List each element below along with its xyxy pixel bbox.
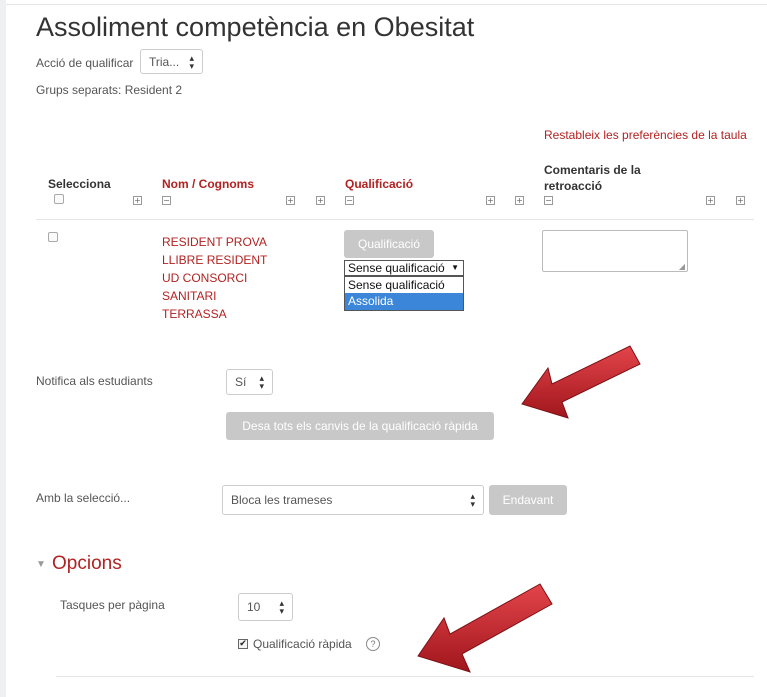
grading-action-value: Tria... [149,54,180,69]
notify-students-value: Sí [235,375,247,389]
page-title: Assoliment competència en Obesitat [36,12,475,42]
table-header-divider [36,219,754,220]
grade-button[interactable]: Qualificació [344,230,434,258]
dropdown-option-selected[interactable]: Assolida [345,293,463,310]
hide-column-icon[interactable]: − [544,196,553,205]
grade-select-value: Sense qualificació [348,261,445,275]
tasks-per-page-label: Tasques per pàgina [60,598,165,612]
updown-arrows-icon: ▴ ▾ [470,491,475,509]
red-arrow-icon [521,345,641,419]
left-sidebar-strip [0,0,6,697]
notify-students-label: Notifica als estudiants [36,374,153,388]
column-header-feedback: Comentaris de la retroacció [544,163,641,193]
quick-grading-checkbox[interactable]: ✔ [238,639,248,649]
collapse-column-icon[interactable]: + [706,196,715,205]
collapse-column-icon[interactable]: + [515,196,524,205]
column-header-name[interactable]: Nom / Cognoms [162,177,254,191]
quick-grading-label: Qualificació ràpida [253,637,352,651]
collapse-column-icon[interactable]: + [486,196,495,205]
updown-arrows-icon: ▴ ▾ [189,52,194,71]
with-selection-select[interactable]: Bloca les trameses ▴ ▾ [222,485,484,515]
dropdown-option[interactable]: Sense qualificació [345,277,463,293]
grading-action-select[interactable]: Tria... ▴ ▾ [140,49,203,74]
with-selection-label: Amb la selecció... [36,491,131,505]
select-all-checkbox[interactable] [54,194,64,204]
go-button[interactable]: Endavant [489,485,567,515]
hide-column-icon[interactable]: − [162,196,171,205]
red-arrow-icon [417,583,553,673]
tasks-per-page-value: 10 [247,600,261,614]
collapse-column-icon[interactable]: + [133,196,142,205]
column-header-select: Selecciona [48,177,111,191]
feedback-textarea[interactable]: ◢ [542,230,688,272]
grade-dropdown-list[interactable]: Sense qualificació Assolida [344,276,464,311]
tasks-per-page-select[interactable]: 10 ▴ ▾ [238,593,293,621]
reset-table-preferences-link[interactable]: Restableix les preferències de la taula [544,128,747,142]
options-bottom-divider [56,676,754,677]
grade-select[interactable]: Sense qualificació ▼ [344,260,464,276]
notify-students-select[interactable]: Sí ▴ ▾ [226,369,273,395]
column-header-grade[interactable]: Qualificació [345,177,413,191]
options-section-title[interactable]: Opcions [52,553,122,575]
dropdown-arrow-icon: ▼ [451,263,459,272]
groups-text: Grups separats: Resident 2 [36,83,183,97]
updown-arrows-icon: ▴ ▾ [259,373,264,391]
collapse-column-icon[interactable]: + [736,196,745,205]
save-quick-grading-button[interactable]: Desa tots els canvis de la qualificació … [226,412,494,440]
collapse-chevron-icon[interactable]: ▼ [36,559,46,570]
row-select-checkbox[interactable] [48,232,58,242]
student-name-link[interactable]: RESIDENT PROVA LLIBRE RESIDENT UD CONSOR… [162,233,270,323]
collapse-column-icon[interactable]: + [316,196,325,205]
top-divider [6,4,767,5]
with-selection-value: Bloca les trameses [231,493,333,507]
grading-action-label: Acció de qualificar [36,56,134,70]
collapse-column-icon[interactable]: + [286,196,295,205]
hide-column-icon[interactable]: − [345,196,354,205]
help-icon[interactable]: ? [366,637,380,651]
resize-handle-icon[interactable]: ◢ [679,262,685,271]
updown-arrows-icon: ▴ ▾ [279,598,284,616]
